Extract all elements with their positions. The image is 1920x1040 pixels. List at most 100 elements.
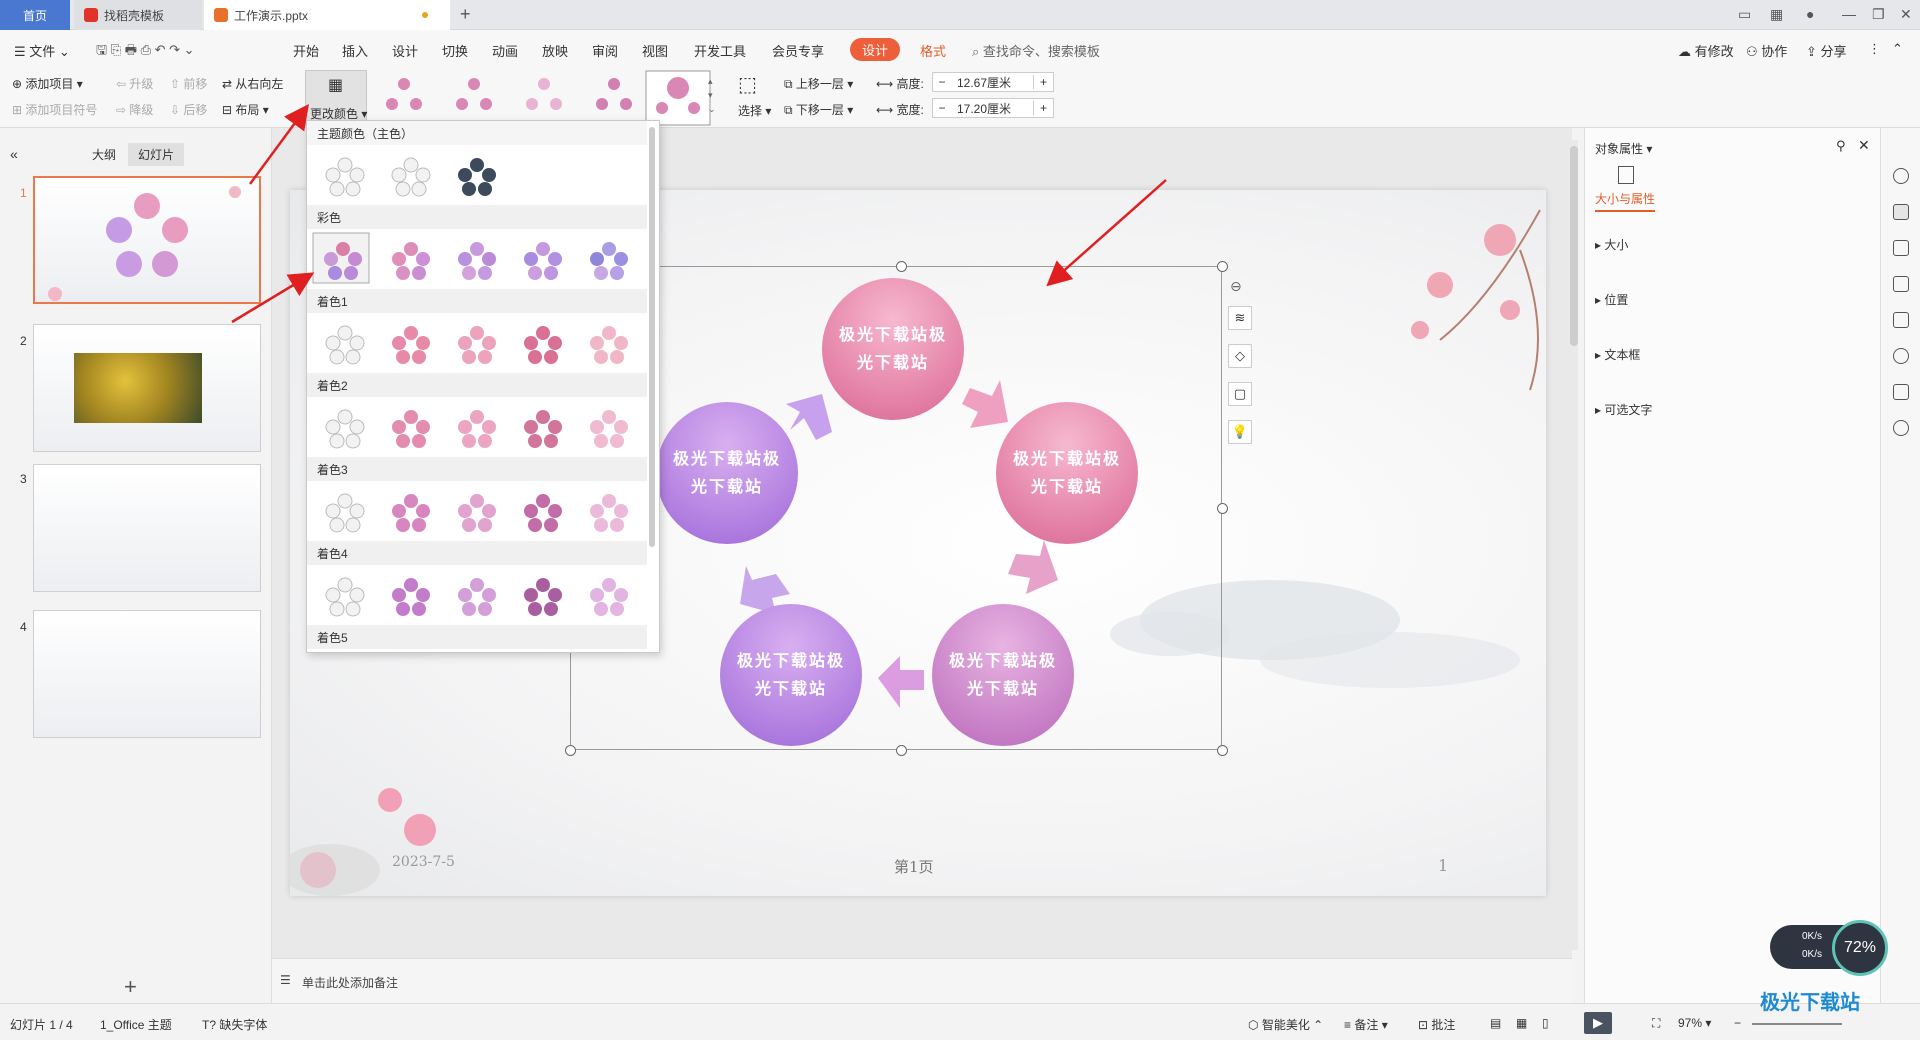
new-tab-icon[interactable]: + bbox=[460, 4, 471, 25]
section-textbox[interactable]: ▸ 文本框 bbox=[1595, 346, 1640, 363]
copy-icon[interactable] bbox=[1893, 276, 1909, 292]
width-plus-icon[interactable]: + bbox=[1033, 101, 1053, 115]
accent4-row[interactable] bbox=[307, 565, 647, 625]
search-box[interactable]: ⌕ 查找命令、搜索模板 bbox=[972, 41, 1100, 60]
collapse-panel-icon[interactable]: « bbox=[10, 146, 18, 162]
section-size[interactable]: ▸ 大小 bbox=[1595, 236, 1628, 253]
width-minus-icon[interactable]: − bbox=[933, 101, 951, 115]
collapse-icon[interactable]: ⊖ bbox=[1230, 278, 1242, 295]
add-slide-icon[interactable]: + bbox=[124, 974, 137, 1000]
notes-placeholder[interactable]: 单击此处添加备注 bbox=[302, 974, 398, 991]
change-color-button[interactable]: ▦ 更改颜色 ▾ bbox=[305, 70, 367, 126]
close-icon[interactable]: ✕ bbox=[1900, 6, 1912, 23]
star-icon[interactable] bbox=[1893, 240, 1909, 256]
layout-button[interactable]: ⊟ 布局 ▾ bbox=[222, 101, 269, 118]
accent3-row[interactable] bbox=[307, 481, 647, 541]
grid-icon[interactable]: ▦ bbox=[1770, 6, 1783, 23]
quick-access-icons[interactable]: 🖫 ⎘ 🖶 ⎙ ↶ ↷ ⌄ bbox=[96, 41, 195, 63]
zoom-level[interactable]: 97% ▾ bbox=[1678, 1016, 1711, 1030]
missing-font-button[interactable]: T? 缺失字体 bbox=[202, 1016, 267, 1033]
panel-close-icon[interactable]: ✕ bbox=[1858, 137, 1870, 154]
smartart-node-1[interactable]: 极光下载站极光下载站 bbox=[822, 278, 964, 420]
section-position[interactable]: ▸ 位置 bbox=[1595, 291, 1628, 308]
menu-review[interactable]: 审阅 bbox=[592, 41, 618, 60]
smartart-style-gallery[interactable] bbox=[372, 70, 720, 126]
move-back-button[interactable]: ⇩ 后移 bbox=[170, 101, 207, 118]
collapse-ribbon-icon[interactable]: ⌃ bbox=[1892, 41, 1903, 57]
select-button[interactable]: 选择 ▾ bbox=[738, 102, 771, 119]
vertical-scrollbar[interactable] bbox=[1570, 140, 1578, 950]
shape-style-icon[interactable]: ◇ bbox=[1228, 344, 1252, 368]
smartart-node-3[interactable]: 极光下载站极光下载站 bbox=[932, 604, 1074, 746]
rocket-icon[interactable] bbox=[1893, 168, 1909, 184]
lightbulb-icon[interactable]: 💡 bbox=[1228, 420, 1252, 444]
section-alt-text[interactable]: ▸ 可选文字 bbox=[1595, 401, 1652, 418]
smartart-node-5[interactable]: 极光下载站极光下载站 bbox=[656, 402, 798, 544]
reading-view-icon[interactable]: ▯ bbox=[1542, 1016, 1549, 1030]
smartart-node-2[interactable]: 极光下载站极光下载站 bbox=[996, 402, 1138, 544]
tab-templates[interactable]: 找稻壳模板 bbox=[74, 0, 202, 30]
menu-format[interactable]: 格式 bbox=[920, 41, 946, 60]
restore-icon[interactable]: ❐ bbox=[1872, 6, 1885, 23]
send-backward-button[interactable]: ⧉ 下移一层 ▾ bbox=[784, 101, 853, 118]
pin-icon[interactable]: ⚲ bbox=[1836, 138, 1846, 154]
zoom-slider[interactable] bbox=[1752, 1023, 1842, 1025]
comment-button[interactable]: ⊡ 批注 bbox=[1418, 1016, 1455, 1033]
menu-animation[interactable]: 动画 bbox=[492, 41, 518, 60]
menu-slideshow[interactable]: 放映 bbox=[542, 41, 568, 60]
share-button[interactable]: ⇪ 分享 bbox=[1806, 41, 1847, 60]
cpu-gauge[interactable]: 72% bbox=[1832, 920, 1888, 976]
panel-title[interactable]: 对象属性 ▾ bbox=[1595, 140, 1652, 157]
demote-button[interactable]: ⇨ 降级 bbox=[116, 101, 153, 118]
rtl-button[interactable]: ⇄ 从右向左 bbox=[222, 75, 283, 92]
properties-icon[interactable] bbox=[1893, 204, 1909, 220]
theme-name[interactable]: 1_Office 主题 bbox=[100, 1016, 172, 1033]
changes-button[interactable]: ☁ 有修改 bbox=[1678, 41, 1734, 60]
menu-devtools[interactable]: 开发工具 bbox=[694, 41, 746, 60]
menu-start[interactable]: 开始 bbox=[293, 41, 319, 60]
menu-member[interactable]: 会员专享 bbox=[772, 41, 824, 60]
play-icon[interactable]: ▶ bbox=[1584, 1012, 1612, 1034]
image-icon[interactable] bbox=[1893, 312, 1909, 328]
tab-home[interactable]: 首页 bbox=[0, 0, 70, 30]
theme-color-row[interactable] bbox=[307, 145, 647, 205]
menu-insert[interactable]: 插入 bbox=[342, 41, 368, 60]
height-input[interactable]: −12.67厘米 + bbox=[932, 72, 1054, 92]
tab-document[interactable]: 工作演示.pptx bbox=[204, 0, 450, 30]
menu-smartart-design[interactable]: 设计 bbox=[850, 38, 901, 61]
book-icon[interactable] bbox=[1893, 384, 1909, 400]
slide-thumbnail-3[interactable] bbox=[33, 464, 261, 592]
fit-icon[interactable]: ⛶ bbox=[1652, 1016, 1660, 1031]
menu-design-tab[interactable]: 设计 bbox=[392, 41, 418, 60]
menu-view[interactable]: 视图 bbox=[642, 41, 668, 60]
bring-forward-button[interactable]: ⧉ 上移一层 ▾ bbox=[784, 75, 853, 92]
promote-button[interactable]: ⇦ 升级 bbox=[116, 75, 153, 92]
location-icon[interactable] bbox=[1893, 348, 1909, 364]
tab-size-properties[interactable]: 大小与属性 bbox=[1595, 190, 1656, 212]
slides-tab[interactable]: 幻灯片 bbox=[128, 143, 185, 166]
colorful-row[interactable] bbox=[307, 229, 647, 289]
more-icon[interactable]: ⋮ bbox=[1868, 41, 1881, 57]
help-icon[interactable] bbox=[1893, 420, 1909, 436]
file-menu[interactable]: ☰ 文件 ⌄ bbox=[14, 41, 70, 60]
accent1-row[interactable] bbox=[307, 313, 647, 373]
beautify-button[interactable]: ⬡ 智能美化 ⌃ bbox=[1248, 1016, 1323, 1033]
slide-thumbnail-4[interactable] bbox=[33, 610, 261, 738]
select-icon[interactable]: ⬚ bbox=[738, 72, 757, 97]
smartart-node-4[interactable]: 极光下载站极光下载站 bbox=[720, 604, 862, 746]
gallery-scroll-icon[interactable]: ▴ ▾ ⌄ bbox=[708, 74, 716, 116]
outline-tab[interactable]: 大纲 bbox=[92, 146, 116, 163]
width-input[interactable]: −17.20厘米 + bbox=[932, 98, 1054, 118]
frame-icon[interactable]: ▢ bbox=[1228, 382, 1252, 406]
move-forward-button[interactable]: ⇧ 前移 bbox=[170, 75, 207, 92]
collab-button[interactable]: ⚇ 协作 bbox=[1746, 41, 1787, 60]
slide-thumbnail-2[interactable] bbox=[33, 324, 261, 452]
layout-icon[interactable]: ▭ bbox=[1738, 6, 1751, 23]
layers-icon[interactable]: ≋ bbox=[1228, 306, 1252, 330]
height-minus-icon[interactable]: − bbox=[933, 75, 951, 89]
slide-thumbnail-1[interactable] bbox=[33, 176, 261, 304]
zoom-out-icon[interactable]: − bbox=[1734, 1016, 1741, 1030]
menu-transition[interactable]: 切换 bbox=[442, 41, 468, 60]
height-plus-icon[interactable]: + bbox=[1033, 75, 1053, 89]
avatar[interactable]: ● bbox=[1806, 6, 1814, 22]
